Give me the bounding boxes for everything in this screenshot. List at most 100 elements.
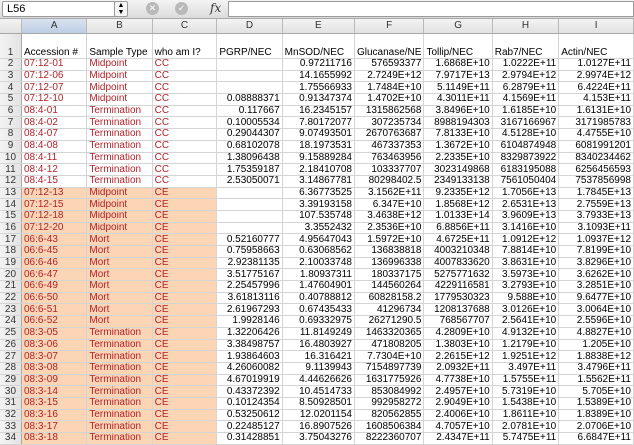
row-header[interactable]: 15 [0, 210, 22, 223]
row-header[interactable]: 25 [0, 327, 22, 340]
row-header[interactable]: 32 [0, 409, 22, 422]
cell[interactable]: 3.3552432 [282, 222, 355, 235]
cell[interactable]: CE [152, 385, 218, 398]
cell[interactable]: Midpoint [86, 187, 153, 200]
cell[interactable]: 3.75043276 [282, 432, 355, 445]
cell[interactable]: 1.0912E+12 [492, 233, 560, 246]
cell[interactable]: 8222360707 [354, 432, 425, 445]
cell[interactable]: CE [152, 222, 218, 235]
cell[interactable]: 576593377 [354, 58, 425, 71]
cell[interactable]: 2.5596E+10 [558, 315, 634, 328]
cell[interactable]: 07:12-13 [21, 187, 88, 200]
cell[interactable]: 6.4224E+11 [558, 81, 634, 95]
cell[interactable]: 8329873922 [492, 152, 560, 165]
cell[interactable]: 2.2335E+10 [423, 152, 493, 165]
cell[interactable]: 3.38498757 [216, 339, 283, 352]
row-header[interactable]: 3 [0, 70, 22, 83]
cell[interactable]: 2.4347E+11 [423, 432, 493, 445]
cell[interactable]: 26271290.5 [354, 315, 425, 328]
cell[interactable]: 1.2179E+10 [492, 339, 560, 352]
cell[interactable]: 1.7056E+13 [492, 187, 560, 200]
cell[interactable]: CC [152, 128, 218, 141]
row-header[interactable]: 8 [0, 128, 22, 141]
cell[interactable]: 6.8856E+11 [423, 222, 493, 235]
cell[interactable]: Midpoint [86, 210, 153, 223]
column-header[interactable]: B [86, 19, 153, 34]
cell[interactable]: Termination [86, 175, 153, 188]
column-header[interactable]: H [492, 19, 560, 34]
cell[interactable]: 16.2345157 [282, 105, 355, 118]
cell[interactable]: Termination [86, 350, 153, 363]
cell[interactable]: 3.14867781 [282, 175, 355, 188]
cell[interactable]: 16.316421 [282, 350, 355, 363]
cell[interactable]: 2.9794E+12 [492, 70, 560, 83]
cell[interactable]: 2.0781E+10 [492, 420, 560, 433]
cell[interactable]: 1.32206426 [216, 327, 283, 340]
cell[interactable]: 1.5438E+10 [492, 397, 560, 410]
row-header[interactable]: 14 [0, 198, 22, 211]
row-header[interactable]: 18 [0, 245, 22, 258]
cell[interactable]: CC [152, 163, 218, 176]
cell[interactable]: 4.1569E+11 [492, 93, 560, 106]
cell[interactable]: 7.80172077 [282, 116, 355, 130]
cell[interactable]: 08:3-06 [21, 339, 88, 352]
cell[interactable] [216, 198, 283, 211]
cell[interactable]: 0.10005534 [216, 116, 283, 130]
cell[interactable]: 0.117667 [216, 105, 283, 118]
cell[interactable]: 1.75359187 [216, 163, 283, 176]
cell[interactable]: 0.52160777 [216, 233, 283, 246]
cell[interactable]: 06:6-51 [21, 303, 88, 317]
cell[interactable]: CC [152, 81, 218, 95]
cell[interactable]: 4.95647043 [282, 233, 355, 246]
cell[interactable]: 2.53050071 [216, 175, 283, 188]
cell[interactable]: 2.92381135 [216, 257, 283, 270]
cell[interactable]: Termination [86, 385, 153, 398]
cell[interactable]: 0.53250612 [216, 409, 283, 422]
cell[interactable]: 1.0133E+14 [423, 210, 493, 223]
cell[interactable]: 1.38096438 [216, 152, 283, 165]
cell[interactable]: CE [152, 409, 218, 422]
row-header[interactable]: 10 [0, 152, 22, 165]
row-header[interactable]: 5 [0, 93, 22, 106]
cell[interactable]: 07:12-10 [21, 93, 88, 106]
cell[interactable]: 9.15889284 [282, 152, 355, 165]
cell[interactable]: 7.8814E+10 [492, 245, 560, 258]
cell[interactable]: CE [152, 420, 218, 433]
cell[interactable]: Midpoint [86, 70, 153, 83]
cell[interactable]: 0.68102078 [216, 140, 283, 153]
row-header[interactable]: 23 [0, 303, 22, 317]
cell[interactable]: 2.18410708 [282, 163, 355, 176]
cell[interactable]: 6.2879E+11 [492, 81, 560, 95]
cell[interactable]: 1.5972E+10 [354, 233, 425, 246]
cell[interactable]: 2.4006E+10 [423, 409, 493, 422]
cell[interactable]: 8340234462 [558, 152, 634, 165]
cell[interactable]: 1.3672E+10 [423, 140, 493, 153]
cell[interactable]: 6081991201 [558, 140, 634, 153]
cell[interactable]: CC [152, 58, 218, 71]
row-header[interactable]: 22 [0, 292, 22, 305]
cell[interactable]: 1.8838E+12 [558, 350, 634, 363]
select-all-corner[interactable] [0, 19, 22, 34]
column-header[interactable]: E [282, 19, 355, 34]
cell[interactable]: 3.2793E+10 [492, 280, 560, 293]
cell[interactable]: Termination [86, 140, 153, 153]
cell[interactable]: 1.5389E+10 [558, 397, 634, 410]
cell[interactable]: 6104874948 [492, 140, 560, 153]
row-header[interactable]: 30 [0, 385, 22, 398]
row-header[interactable]: 2 [0, 58, 22, 71]
cell[interactable]: Mort [86, 233, 153, 246]
cell[interactable]: 180337175 [354, 268, 425, 282]
row-header[interactable]: 17 [0, 233, 22, 246]
cell[interactable]: 4.44626626 [282, 374, 355, 387]
cell[interactable]: CE [152, 280, 218, 293]
cell[interactable]: 1.0937E+12 [558, 233, 634, 246]
cell[interactable]: CC [152, 93, 218, 106]
cell[interactable]: Termination [86, 420, 153, 433]
cell[interactable]: 12.0201154 [282, 409, 355, 422]
cell[interactable]: 08:3-05 [21, 327, 88, 340]
cell[interactable]: 08:3-09 [21, 374, 88, 387]
cell[interactable]: 3.2851E+10 [558, 280, 634, 293]
cell[interactable]: Mort [86, 303, 153, 317]
cell[interactable]: 1.8389E+10 [558, 409, 634, 422]
cell[interactable]: 3.1416E+10 [492, 222, 560, 235]
